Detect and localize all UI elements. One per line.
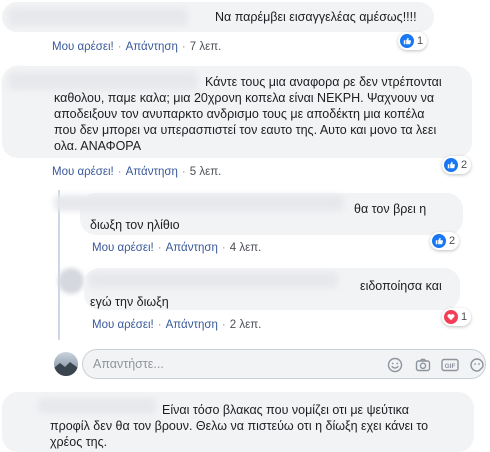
reaction-count: 2 — [461, 159, 468, 171]
comment-text: ολα. ΑΝΑΦΟΡΑ — [54, 139, 142, 153]
comment-text: θα τον βρει η — [354, 202, 427, 216]
reply-link[interactable]: Απάντηση — [166, 319, 218, 331]
like-link[interactable]: Μου αρέσει! — [92, 242, 154, 254]
reaction-count-badge[interactable]: 2 — [430, 232, 460, 250]
comment-time[interactable]: 5 λεπ. — [190, 166, 222, 178]
redacted-author-name — [88, 272, 338, 288]
reply-input[interactable]: Απαντήστε... — [93, 357, 164, 371]
comment-text: Κάντε τους μια αναφορα ρε δεν ντρέπονται — [205, 75, 442, 89]
reply-link[interactable]: Απάντηση — [126, 166, 178, 178]
avatar[interactable] — [58, 268, 84, 294]
separator-dot: · — [181, 166, 186, 178]
redacted-author-name — [38, 398, 156, 414]
like-link[interactable]: Μου αρέσει! — [52, 166, 114, 178]
separator-dot: · — [157, 242, 162, 254]
comment-time[interactable]: 2 λεπ. — [230, 319, 262, 331]
reply-bubble: θα τον βρει η διωξη τον ηλίθιο — [54, 193, 463, 235]
comment-text: χρέος της. — [50, 435, 108, 449]
comment-actions: Μου αρέσει! · Απάντηση · 7 λεπ. — [52, 41, 221, 53]
reply-input-box[interactable]: Απαντήστε... GIF — [82, 349, 486, 379]
reaction-count: 1 — [461, 311, 468, 323]
heart-icon — [444, 310, 458, 324]
comment-text: καθολου, παμε καλα; μια 20χρονη κοπελα ε… — [54, 91, 435, 105]
comment-actions: Μου αρέσει! · Απάντηση · 4 λεπ. — [92, 242, 261, 254]
emoji-icon[interactable] — [387, 357, 403, 373]
like-link[interactable]: Μου αρέσει! — [92, 319, 154, 331]
comment-text: αποδειξουν τον ανυπαρκτο ανδρισμο τους μ… — [54, 107, 425, 121]
svg-text:GIF: GIF — [445, 363, 456, 370]
comment-text: εγώ την διωξη — [90, 295, 169, 309]
reaction-count: 1 — [417, 35, 424, 47]
comment-text: Είναι τόσο βλακας που νομίζει οτι με ψεύ… — [162, 403, 409, 417]
comment-text: ειδοποίησα και — [360, 279, 442, 293]
comment-text: που δεν μπορει να υπερασπιστεί τον εαυτο… — [54, 123, 437, 137]
comment-bubble: Είναι τόσο βλακας που νομίζει οτι με ψεύ… — [2, 392, 474, 452]
comment-actions: Μου αρέσει! · Απάντηση · 5 λεπ. — [52, 166, 221, 178]
like-link[interactable]: Μου αρέσει! — [52, 41, 114, 53]
reaction-count: 2 — [449, 235, 456, 247]
comment-actions: Μου αρέσει! · Απάντηση · 2 λεπ. — [92, 319, 261, 331]
reply-link[interactable]: Απάντηση — [166, 242, 218, 254]
like-icon — [400, 34, 414, 48]
separator-dot: · — [181, 41, 186, 53]
redacted-author-name — [54, 195, 344, 211]
reply-link[interactable]: Απάντηση — [126, 41, 178, 53]
reply-thread-line — [58, 190, 60, 340]
separator-dot: · — [221, 319, 226, 331]
reaction-count-badge[interactable]: 2 — [442, 156, 472, 174]
comment-time[interactable]: 7 λεπ. — [190, 41, 222, 53]
separator-dot: · — [117, 166, 122, 178]
like-icon — [444, 158, 458, 172]
comment-text: διωξη τον ηλίθιο — [90, 218, 180, 232]
separator-dot: · — [117, 41, 122, 53]
reaction-count-badge[interactable]: 1 — [442, 308, 472, 326]
comment-bubble: Να παρέμβει εισαγγελέας αμέσως!!!! — [2, 2, 434, 32]
reaction-count-badge[interactable]: 1 — [398, 32, 428, 50]
camera-icon[interactable] — [415, 357, 431, 373]
comment-text: Να παρέμβει εισαγγελέας αμέσως!!!! — [215, 10, 417, 24]
redacted-author-name — [8, 8, 188, 26]
current-user-avatar[interactable] — [54, 352, 78, 376]
comment-time[interactable]: 4 λεπ. — [230, 242, 262, 254]
comment-bubble: Κάντε τους μια αναφορα ρε δεν ντρέπονται… — [2, 66, 472, 158]
separator-dot: · — [221, 242, 226, 254]
redacted-author-name — [8, 72, 198, 90]
like-icon — [432, 234, 446, 248]
avatar-landscape-icon — [54, 362, 78, 376]
gif-icon[interactable]: GIF — [441, 357, 459, 373]
sticker-icon[interactable] — [469, 357, 485, 373]
reply-bubble: ειδοποίησα και εγώ την διωξη — [84, 268, 460, 310]
separator-dot: · — [157, 319, 162, 331]
comment-text: προφίλ δεν θα τον βρουν. Θελω να πιστεύω… — [50, 419, 429, 433]
